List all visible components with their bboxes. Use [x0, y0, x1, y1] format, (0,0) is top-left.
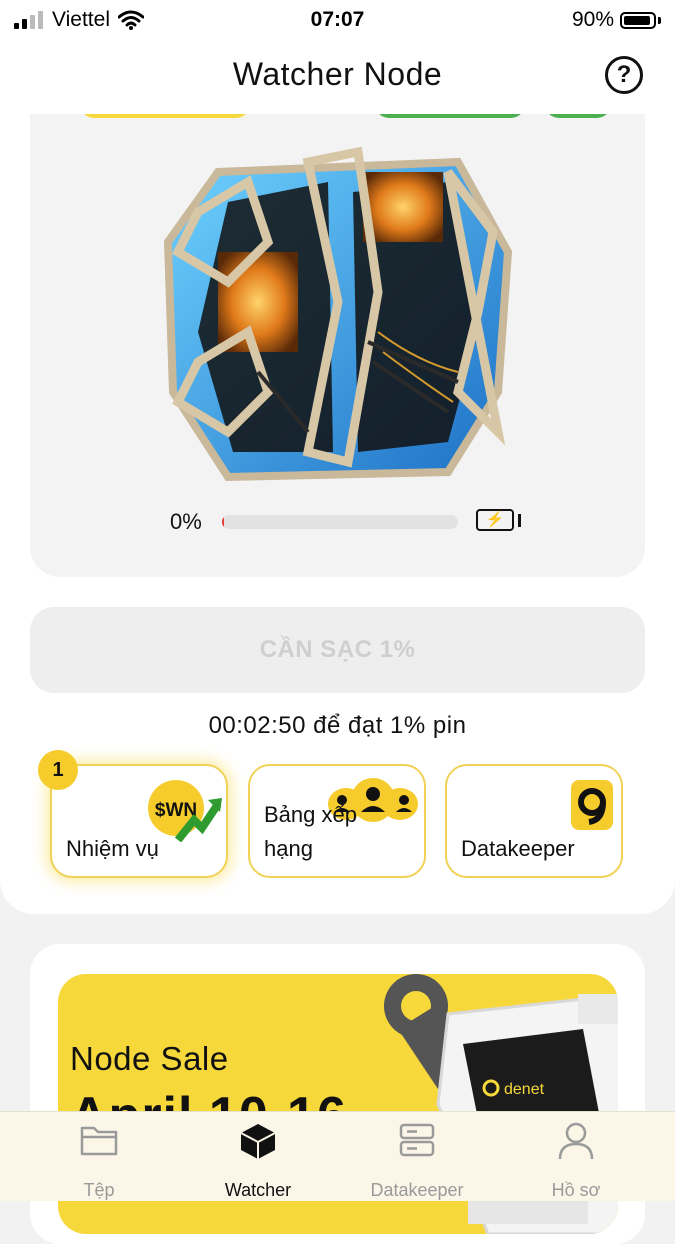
tab-watcher-label: Watcher — [224, 1180, 292, 1200]
cube-icon — [240, 1124, 276, 1159]
battery-group: 90% — [572, 8, 661, 32]
charge-button[interactable]: CẦN SẠC 1% — [30, 607, 645, 693]
tasks-label: Nhiệm vụ — [66, 836, 159, 861]
page-title: Watcher Node — [232, 56, 443, 92]
tab-bar: Tệp Watcher Datakeeper Hồ sơ — [0, 1111, 675, 1201]
datakeeper-label: Datakeeper — [461, 836, 575, 861]
folder-icon — [80, 1126, 118, 1156]
tasks-tile[interactable]: 1 $WN Nhiệm vụ — [38, 750, 228, 878]
tab-files[interactable]: Tệp — [15, 1112, 183, 1201]
battery-bolt-icon: ⚡ — [476, 509, 514, 531]
svg-text:denet: denet — [504, 1081, 545, 1098]
progress-bar-fill — [222, 515, 225, 529]
hidden-element-peek — [80, 114, 250, 118]
user-icon — [558, 1122, 594, 1160]
battery-percent: 90% — [571, 8, 614, 31]
hidden-element-peek — [545, 114, 611, 118]
status-bar: Viettel 07:07 90% — [0, 0, 675, 40]
charge-progress: 0% ⚡ — [170, 509, 530, 539]
tab-datakeeper-label: Datakeeper — [370, 1180, 464, 1200]
question-circle-icon: ? — [616, 61, 632, 88]
node-card: 0% ⚡ — [30, 114, 645, 577]
tab-files-label: Tệp — [83, 1180, 115, 1200]
datakeeper-icon — [571, 780, 613, 830]
progress-percent: 0% — [170, 509, 202, 534]
help-button[interactable]: ? — [605, 56, 643, 94]
server-icon — [399, 1123, 435, 1157]
watcher-node-image — [163, 146, 513, 482]
tab-watcher[interactable]: Watcher — [174, 1112, 342, 1201]
tab-profile-label: Hồ sơ — [551, 1180, 601, 1200]
promo-title: Node Sale — [70, 1040, 229, 1077]
datakeeper-tile[interactable]: Datakeeper — [445, 764, 623, 878]
tab-datakeeper[interactable]: Datakeeper — [333, 1112, 501, 1201]
leaderboard-label: Bảng xếp hạng — [264, 802, 357, 861]
leaderboard-tile[interactable]: Bảng xếp hạng — [248, 764, 426, 878]
tab-profile[interactable]: Hồ sơ — [492, 1112, 660, 1201]
hidden-element-peek — [375, 114, 525, 118]
battery-icon — [620, 11, 656, 29]
app-header: Watcher Node ? — [0, 40, 675, 114]
main-panel: 0% ⚡ CẦN SẠC 1% 00:02:50 để đạt 1% pin 1… — [0, 114, 675, 914]
task-count-badge: 1 — [38, 750, 78, 790]
charge-timer: 00:02:50 để đạt 1% pin — [208, 712, 467, 739]
progress-bar — [222, 515, 458, 529]
